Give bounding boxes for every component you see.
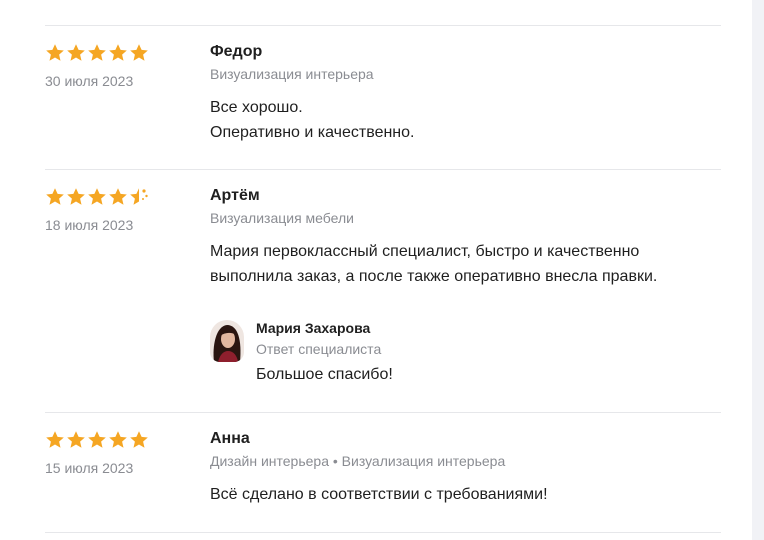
reviewer-name: Анна [210,430,250,447]
star-full-icon [88,188,106,205]
star-full-icon [130,44,148,61]
review-text-line: выполнила заказ, а после также оперативн… [210,268,658,285]
reply-role-label: Ответ специалиста [256,341,382,357]
star-full-icon [88,431,106,448]
star-full-icon [88,44,106,61]
star-full-icon [109,188,127,205]
review-text-line: Мария первоклассный специалист, быстро и… [210,243,640,260]
star-half-icon [130,188,148,205]
reply-text: Большое спасибо! [256,366,393,383]
review-text-line: Оперативно и качественно. [210,124,415,141]
reviewer-name: Артём [210,187,260,204]
service-category: Визуализация мебели [210,210,354,226]
star-full-icon [67,188,85,205]
rating-stars [45,187,149,207]
review-text-line: Все хорошо. [210,99,303,116]
specialist-name: Мария Захарова [256,320,371,336]
review-date: 18 июля 2023 [45,217,134,233]
specialist-reply: Мария Захарова Ответ специалиста Большое… [210,320,610,390]
rating-stars [45,43,149,63]
divider [45,412,721,413]
review-text: Всё сделано в соответствии с требованиям… [210,482,730,507]
reviewer-name: Федор [210,43,263,60]
star-full-icon [67,431,85,448]
star-full-icon [46,431,64,448]
review-text-line: Всё сделано в соответствии с требованиям… [210,486,548,503]
star-full-icon [109,44,127,61]
star-full-icon [67,44,85,61]
divider [45,532,721,533]
star-full-icon [130,431,148,448]
star-full-icon [109,431,127,448]
service-category: Дизайн интерьера • Визуализация интерьер… [210,453,506,469]
star-full-icon [46,44,64,61]
divider [45,25,721,26]
review-date: 30 июля 2023 [45,73,134,89]
review-text: Все хорошо. Оперативно и качественно. [210,95,730,145]
star-full-icon [46,188,64,205]
review-date: 15 июля 2023 [45,460,134,476]
specialist-avatar-icon [210,320,244,362]
divider [45,169,721,170]
service-category: Визуализация интерьера [210,66,374,82]
review-text: Мария первоклассный специалист, быстро и… [210,239,730,289]
rating-stars [45,430,149,450]
reviews-card: 30 июля 2023 Федор Визуализация интерьер… [0,0,752,540]
